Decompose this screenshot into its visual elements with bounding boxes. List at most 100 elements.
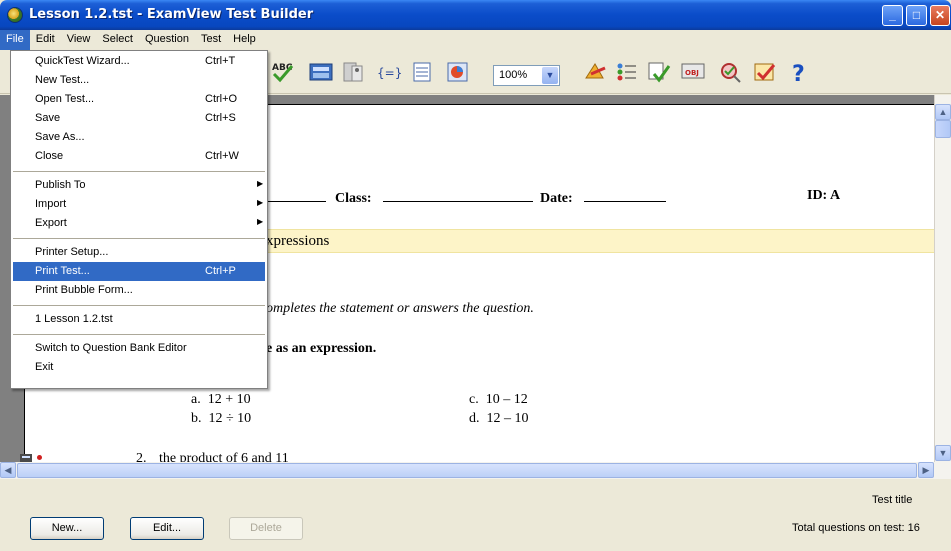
menu-item-shortcut: Ctrl+O — [205, 93, 238, 105]
submenu-arrow-icon: ▶ — [257, 198, 264, 207]
scroll-up-icon[interactable]: ▲ — [935, 104, 951, 120]
menu-item-save-as[interactable]: Save As... — [13, 128, 265, 147]
choice-a[interactable]: a. 12 + 10 — [191, 392, 251, 408]
menu-item-exit[interactable]: Exit — [13, 358, 265, 377]
help-icon[interactable]: ? — [786, 60, 812, 87]
menu-item-print-test[interactable]: Print Test... Ctrl+P — [13, 262, 265, 281]
calculator-icon[interactable] — [308, 60, 334, 84]
menu-item-publish-to[interactable]: Publish To ▶ — [13, 176, 265, 195]
choice-c[interactable]: c. 10 – 12 — [469, 392, 528, 408]
menu-edit[interactable]: Edit — [30, 30, 61, 50]
objectives-icon[interactable]: OBJ — [680, 60, 706, 84]
spellcheck-icon[interactable]: ABC — [270, 60, 296, 84]
menu-test[interactable]: Test — [195, 30, 227, 50]
instruction-text: ompletes the statement or answers the qu… — [266, 301, 534, 316]
menu-question[interactable]: Question — [139, 30, 195, 50]
edit-button[interactable]: Edit... — [130, 517, 204, 540]
menu-item-shortcut: Ctrl+T — [205, 55, 236, 67]
choice-letter: d. — [469, 411, 480, 426]
zoom-select[interactable]: 100% ▼ — [493, 65, 560, 86]
zoom-value: 100% — [499, 69, 528, 81]
menu-item-label: Import — [35, 198, 67, 210]
menu-item-label: Exit — [35, 361, 54, 373]
menu-select[interactable]: Select — [96, 30, 139, 50]
scroll-left-icon[interactable]: ◀ — [0, 462, 16, 478]
menu-item-print-bubble-form[interactable]: Print Bubble Form... — [13, 281, 265, 300]
equation-icon[interactable]: {=} — [375, 60, 402, 84]
menu-item-label: Save As... — [35, 131, 85, 143]
menu-separator — [13, 238, 265, 239]
menu-item-label: Publish To — [35, 179, 86, 191]
table-icon[interactable] — [410, 60, 436, 84]
choice-text: 12 ÷ 10 — [208, 411, 252, 426]
menu-help[interactable]: Help — [227, 30, 262, 50]
scroll-right-icon[interactable]: ▶ — [918, 462, 934, 478]
menu-item-printer-setup[interactable]: Printer Setup... — [13, 243, 265, 262]
maximize-button[interactable]: □ — [906, 5, 927, 26]
choice-d[interactable]: d. 12 – 10 — [469, 411, 529, 427]
menu-file[interactable]: File — [0, 30, 30, 50]
choice-b[interactable]: b. 12 ÷ 10 — [191, 411, 251, 427]
menu-item-close[interactable]: Close Ctrl+W — [13, 147, 265, 166]
minimize-button[interactable]: _ — [882, 5, 903, 26]
choice-letter: a. — [191, 392, 201, 407]
test-title-label: Test title — [872, 494, 913, 506]
chart-icon[interactable] — [445, 60, 471, 84]
choice-letter: b. — [191, 411, 202, 426]
menu-item-label: Printer Setup... — [35, 246, 109, 258]
new-button[interactable]: New... — [30, 517, 104, 540]
menu-item-label: Print Bubble Form... — [35, 284, 133, 296]
menu-item-export[interactable]: Export ▶ — [13, 214, 265, 233]
menu-item-switch-editor[interactable]: Switch to Question Bank Editor — [13, 339, 265, 358]
delete-button[interactable]: Delete — [229, 517, 303, 540]
class-field: Class: — [335, 188, 534, 207]
vertical-scrollbar[interactable]: ▲ ▼ — [934, 95, 951, 462]
choice-letter: c. — [469, 392, 479, 407]
date-label: Date: — [540, 191, 573, 206]
menu-item-label: QuickTest Wizard... — [35, 55, 130, 67]
menu-item-shortcut: Ctrl+P — [205, 265, 236, 277]
menu-item-open-test[interactable]: Open Test... Ctrl+O — [13, 90, 265, 109]
menu-item-label: Print Test... — [35, 265, 90, 277]
close-button[interactable]: ✕ — [930, 5, 950, 26]
menu-item-label: Switch to Question Bank Editor — [35, 342, 187, 354]
question-number: 2. — [136, 451, 147, 462]
scroll-thumb[interactable] — [935, 120, 951, 138]
status-dot-icon — [37, 455, 42, 460]
scramble-icon[interactable] — [583, 60, 609, 84]
menu-separator — [13, 305, 265, 306]
menu-item-quicktest-wizard[interactable]: QuickTest Wizard... Ctrl+T — [13, 52, 265, 71]
svg-text:OBJ: OBJ — [685, 69, 699, 77]
menu-item-label: Close — [35, 150, 64, 162]
name-line — [266, 188, 326, 207]
menu-separator — [13, 334, 265, 335]
horizontal-scrollbar[interactable]: ◀ ▶ — [0, 462, 951, 479]
svg-text:?: ? — [792, 62, 805, 84]
bottom-panel: Test title New... Edit... Delete Total q… — [0, 479, 951, 551]
menu-item-recent-file[interactable]: 1 Lesson 1.2.tst — [13, 310, 265, 329]
menu-item-label: 1 Lesson 1.2.tst — [35, 313, 113, 325]
chevron-down-icon[interactable]: ▼ — [542, 67, 558, 84]
numbered-list-icon[interactable] — [614, 60, 640, 84]
menu-item-shortcut: Ctrl+W — [205, 150, 239, 162]
menu-item-label: Open Test... — [35, 93, 95, 105]
menu-item-import[interactable]: Import ▶ — [13, 195, 265, 214]
menu-item-label: Save — [35, 112, 61, 124]
scroll-down-icon[interactable]: ▼ — [935, 445, 951, 461]
menu-separator — [13, 171, 265, 172]
menu-item-new-test[interactable]: New Test... — [13, 71, 265, 90]
menu-item-save[interactable]: Save Ctrl+S — [13, 109, 265, 128]
class-label: Class: — [335, 191, 372, 206]
info-icon[interactable] — [340, 60, 366, 84]
search-question-icon[interactable] — [718, 60, 744, 84]
question-prompt: e as an expression. — [266, 341, 377, 356]
choice-text: 12 + 10 — [207, 392, 251, 407]
total-questions-label: Total questions on test: 16 — [792, 522, 920, 534]
grade-icon[interactable] — [752, 60, 778, 84]
scroll-thumb[interactable] — [17, 463, 917, 478]
check-answer-icon[interactable] — [646, 60, 672, 84]
menu-view[interactable]: View — [61, 30, 97, 50]
submenu-arrow-icon: ▶ — [257, 217, 264, 226]
file-menu-dropdown: QuickTest Wizard... Ctrl+T New Test... Op… — [10, 50, 268, 389]
calculator-icon — [19, 453, 33, 462]
